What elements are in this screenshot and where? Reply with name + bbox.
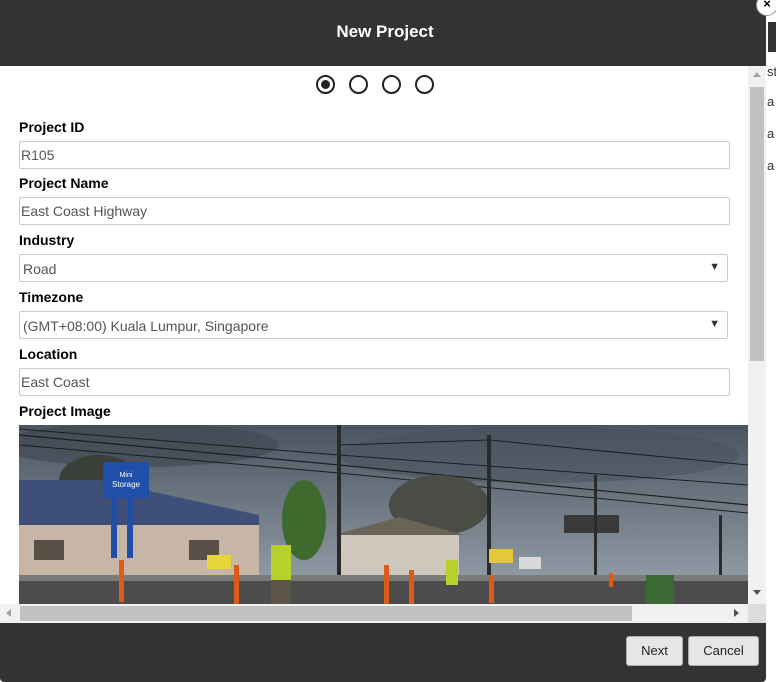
location-input[interactable]: East Coast	[19, 368, 730, 396]
scroll-right-arrow-icon[interactable]	[734, 609, 739, 617]
scroll-up-arrow-icon[interactable]	[753, 72, 761, 77]
project-name-label: Project Name	[19, 175, 109, 191]
project-name-input[interactable]: East Coast Highway	[19, 197, 730, 225]
background-text: a	[767, 126, 775, 141]
project-image[interactable]: Mini Storage	[19, 425, 748, 604]
background-page: st a a a	[766, 0, 776, 682]
timezone-select[interactable]: (GMT+08:00) Kuala Lumpur, Singapore ▼	[19, 311, 728, 339]
scroll-down-arrow-icon[interactable]	[753, 590, 761, 595]
modal-content: Project ID R105 Project Name East Coast …	[0, 66, 748, 604]
background-text: a	[767, 158, 775, 173]
vertical-scrollbar[interactable]	[748, 66, 766, 604]
timezone-label: Timezone	[19, 289, 84, 305]
project-id-input[interactable]: R105	[19, 141, 730, 169]
horizontal-scroll-thumb[interactable]	[20, 606, 632, 621]
road-construction-photo: Mini Storage	[19, 425, 748, 604]
scrollbar-corner	[748, 604, 766, 623]
horizontal-scrollbar[interactable]	[0, 604, 748, 623]
step-4-radio[interactable]	[415, 75, 434, 94]
sign-text: Storage	[112, 480, 141, 489]
industry-value: Road	[23, 261, 57, 277]
step-indicator	[316, 75, 446, 95]
cancel-button[interactable]: Cancel	[688, 636, 759, 666]
scroll-left-arrow-icon[interactable]	[6, 609, 11, 617]
step-2-radio[interactable]	[349, 75, 368, 94]
background-text: a	[767, 94, 775, 109]
background-text: st	[767, 64, 776, 79]
modal-title: New Project	[336, 22, 434, 41]
vertical-scroll-thumb[interactable]	[750, 87, 764, 361]
chevron-down-icon: ▼	[709, 318, 720, 330]
timezone-value: (GMT+08:00) Kuala Lumpur, Singapore	[23, 318, 269, 334]
sign-text: Mini	[120, 472, 133, 479]
modal-header: New Project	[0, 0, 766, 66]
project-image-label: Project Image	[19, 403, 111, 419]
project-id-label: Project ID	[19, 119, 85, 135]
modal-footer: Next Cancel	[0, 623, 766, 682]
industry-select[interactable]: Road ▼	[19, 254, 728, 282]
chevron-down-icon: ▼	[709, 261, 720, 273]
new-project-modal: New Project Project ID R105 Project Name…	[0, 0, 766, 682]
background-bar	[768, 22, 776, 52]
industry-label: Industry	[19, 232, 75, 248]
next-button[interactable]: Next	[626, 636, 683, 666]
step-1-radio[interactable]	[316, 75, 335, 94]
step-3-radio[interactable]	[382, 75, 401, 94]
location-label: Location	[19, 346, 78, 362]
